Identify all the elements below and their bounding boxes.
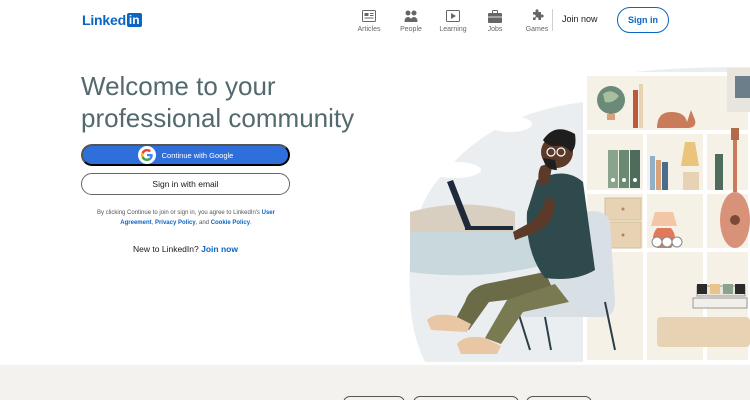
legal-sep: , and: [195, 220, 211, 226]
nav-bar: Articles People Learning Jobs Games: [348, 8, 558, 33]
top-nav: Linked in Articles People Learning Jobs …: [0, 0, 750, 40]
nav-label: Learning: [439, 26, 467, 33]
footer-pill[interactable]: [413, 396, 519, 400]
games-icon: [529, 8, 545, 24]
sign-in-button[interactable]: Sign in: [617, 7, 669, 33]
jobs-icon: [487, 8, 503, 24]
nav-item-jobs[interactable]: Jobs: [474, 8, 516, 33]
nav-label: Jobs: [487, 26, 503, 33]
cookie-policy-link[interactable]: Cookie Policy: [211, 220, 250, 226]
google-button-label: Continue with Google: [161, 150, 234, 160]
footer-strip: [0, 365, 750, 400]
people-icon: [403, 8, 419, 24]
legal-notice: By clicking Continue to join or sign in,…: [84, 208, 288, 228]
new-to-text: New to LinkedIn?: [133, 244, 199, 254]
footer-pill[interactable]: [526, 396, 592, 400]
nav-item-articles[interactable]: Articles: [348, 8, 390, 33]
sign-in-with-email-button[interactable]: Sign in with email: [81, 173, 290, 195]
legal-prefix: By clicking Continue to join or sign in,…: [97, 210, 262, 216]
continue-with-google-button[interactable]: Continue with Google: [81, 144, 290, 166]
logo-text: Linked: [82, 12, 126, 28]
footer-pill[interactable]: [343, 396, 405, 400]
articles-icon: [361, 8, 377, 24]
linkedin-logo[interactable]: Linked in: [82, 12, 142, 28]
privacy-policy-link[interactable]: Privacy Policy: [155, 220, 196, 226]
page-title: Welcome to your professional community: [81, 71, 355, 133]
nav-item-learning[interactable]: Learning: [432, 8, 474, 33]
join-now-link-hero[interactable]: Join now: [201, 244, 238, 254]
join-now-link[interactable]: Join now: [562, 14, 598, 24]
page: Linked in Articles People Learning Jobs …: [0, 0, 750, 400]
hero-illustration: [409, 67, 750, 362]
nav-item-people[interactable]: People: [390, 8, 432, 33]
new-to-linkedin: New to LinkedIn? Join now: [81, 244, 290, 254]
nav-divider: [552, 9, 553, 31]
nav-label: Articles: [357, 26, 381, 33]
google-icon: [137, 146, 156, 164]
legal-suffix: .: [250, 220, 252, 226]
learning-icon: [445, 8, 461, 24]
logo-box: in: [126, 13, 142, 27]
nav-label: People: [400, 26, 422, 33]
nav-label: Games: [525, 26, 549, 33]
